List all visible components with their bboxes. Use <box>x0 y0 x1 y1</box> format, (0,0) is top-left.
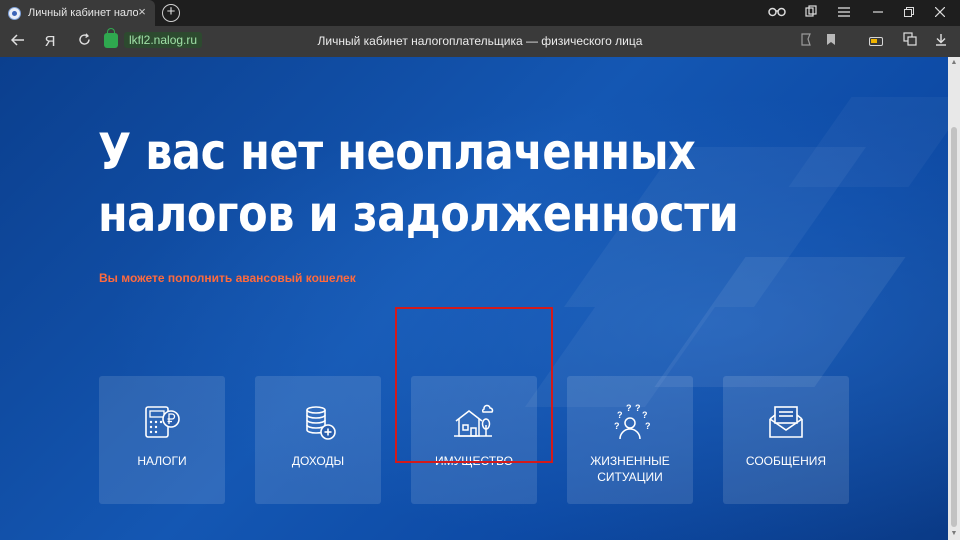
secure-lock-icon <box>104 27 118 48</box>
svg-text:?: ? <box>642 410 648 420</box>
tile-life-situations-label-line2: СИТУАЦИИ <box>597 470 663 484</box>
yandex-button[interactable]: Я <box>38 30 62 53</box>
address-page-title[interactable]: Личный кабинет налогоплательщика — физич… <box>250 34 710 48</box>
collections-icon[interactable] <box>797 0 825 26</box>
svg-text:?: ? <box>614 421 620 431</box>
envelope-letter-icon <box>769 406 803 438</box>
scroll-down-icon[interactable]: ▼ <box>950 530 958 538</box>
browser-tab[interactable]: Личный кабинет налогоплательщика × <box>0 0 155 26</box>
tile-messages[interactable]: СООБЩЕНИЯ <box>723 376 849 504</box>
svg-text:?: ? <box>626 403 632 413</box>
restore-window-icon[interactable] <box>895 0 923 26</box>
browser-tab-strip: Личный кабинет налогоплательщика × + <box>0 0 960 26</box>
svg-text:?: ? <box>617 410 623 420</box>
protect-icon[interactable] <box>794 30 818 53</box>
tile-life-situations-label: ЖИЗНЕННЫЕ СИТУАЦИИ <box>590 453 670 485</box>
new-tab-button[interactable]: + <box>162 4 180 22</box>
site-favicon-icon <box>8 6 21 20</box>
svg-text:?: ? <box>635 403 641 413</box>
browser-menu-icon[interactable] <box>830 0 858 26</box>
tile-life-situations-label-line1: ЖИЗНЕННЫЕ <box>590 454 670 468</box>
calculator-ruble-icon <box>145 406 180 438</box>
headline-line-1: У вас нет неоплаченных <box>98 123 696 181</box>
scrollbar-thumb[interactable] <box>951 127 957 527</box>
person-questions-icon: ? ? ? ? ? ? <box>614 403 651 440</box>
back-arrow-icon[interactable] <box>6 30 30 53</box>
tab-close-icon[interactable]: × <box>135 5 149 19</box>
headline-line-2: налогов и задолженности <box>98 185 739 243</box>
downloads-icon[interactable] <box>929 30 953 53</box>
address-domain[interactable]: lkfl2.nalog.ru <box>124 32 203 48</box>
close-window-icon[interactable] <box>926 0 954 26</box>
page-hero: У вас нет неоплаченных налогов и задолже… <box>0 57 948 540</box>
tile-income[interactable]: ДОХОДЫ <box>255 376 381 504</box>
advance-wallet-link[interactable]: Вы можете пополнить авансовый кошелек <box>99 271 356 285</box>
page-headline: У вас нет неоплаченных налогов и задолже… <box>98 121 752 245</box>
translate-icon[interactable] <box>898 30 922 53</box>
coins-plus-icon <box>306 406 336 440</box>
svg-text:?: ? <box>645 421 651 431</box>
decor-panel <box>788 97 948 187</box>
tile-income-label: ДОХОДЫ <box>291 454 345 468</box>
battery-saver-icon[interactable] <box>869 37 883 46</box>
incognito-glasses-icon[interactable] <box>763 0 791 26</box>
tile-taxes-label: НАЛОГИ <box>137 454 187 468</box>
minimize-window-icon[interactable] <box>864 0 892 26</box>
tab-title: Личный кабинет налогоплательщика <box>28 7 138 19</box>
reload-icon[interactable] <box>72 30 96 53</box>
tile-life-situations[interactable]: ? ? ? ? ? ? ЖИЗНЕННЫЕ СИТУАЦИИ <box>567 376 693 504</box>
scroll-up-icon[interactable]: ▲ <box>950 59 958 67</box>
tile-taxes[interactable]: НАЛОГИ <box>99 376 225 504</box>
highlight-frame <box>395 307 553 463</box>
address-bar[interactable]: lkfl2.nalog.ru <box>104 27 203 48</box>
page-scrollbar[interactable]: ▲ ▼ <box>948 57 960 540</box>
browser-toolbar: Я lkfl2.nalog.ru Личный кабинет налогопл… <box>0 26 960 57</box>
tile-messages-label: СООБЩЕНИЯ <box>745 454 827 468</box>
bookmark-icon[interactable] <box>819 30 843 53</box>
